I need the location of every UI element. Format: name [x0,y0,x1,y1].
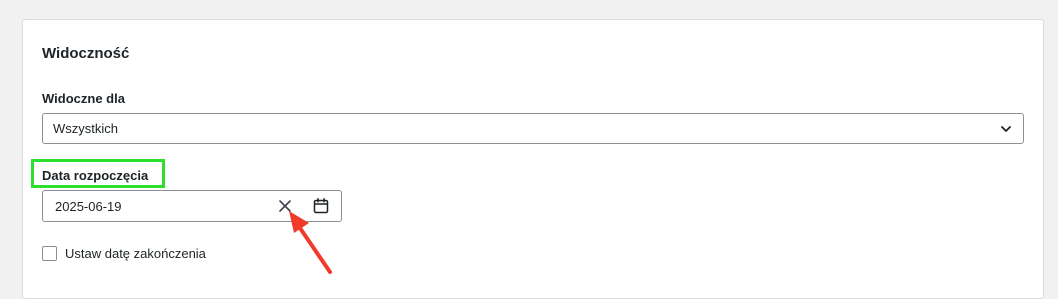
visibility-panel: Widoczność Widoczne dla Wszystkich Data … [22,19,1044,299]
visible-for-label: Widoczne dla [42,91,125,106]
visible-for-selected-value: Wszystkich [53,121,118,136]
start-date-input[interactable]: 2025-06-19 [42,190,342,222]
set-end-date-row[interactable]: Ustaw datę zakończenia [42,244,206,262]
calendar-icon[interactable] [312,197,330,215]
section-title: Widoczność [42,45,130,62]
set-end-date-checkbox[interactable] [42,245,57,261]
visible-for-select[interactable]: Wszystkich [42,113,1024,144]
start-date-value: 2025-06-19 [55,199,122,214]
start-date-label: Data rozpoczęcia [42,168,149,183]
chevron-down-icon [1001,126,1011,132]
close-icon[interactable] [277,198,293,214]
set-end-date-label[interactable]: Ustaw datę zakończenia [65,246,206,261]
